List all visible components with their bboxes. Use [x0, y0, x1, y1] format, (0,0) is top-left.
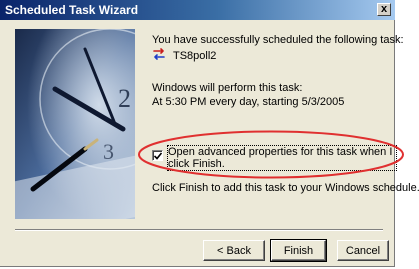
schedule-text: At 5:30 PM every day, starting 5/3/2005 — [152, 96, 345, 108]
finish-hint: Click Finish to add this task to your Wi… — [152, 182, 419, 194]
button-separator — [15, 229, 383, 231]
close-button[interactable]: x — [377, 3, 391, 16]
task-row: TS8poll2 — [152, 48, 216, 64]
wizard-window: Scheduled Task Wizard x 2 3 You have suc… — [0, 0, 419, 267]
advanced-properties-checkbox[interactable] — [152, 150, 163, 161]
window-title: Scheduled Task Wizard — [5, 3, 139, 17]
scheduled-task-icon — [152, 47, 173, 65]
back-button[interactable]: < Back — [203, 240, 265, 261]
finish-button[interactable]: Finish — [270, 239, 327, 262]
wizard-illustration: 2 3 — [15, 29, 135, 219]
perform-label: Windows will perform this task: — [152, 82, 303, 94]
success-text: You have successfully scheduled the foll… — [152, 34, 404, 46]
task-name: TS8poll2 — [173, 50, 217, 62]
close-icon: x — [380, 3, 388, 15]
checkmark-icon — [154, 152, 162, 160]
cancel-button[interactable]: Cancel — [337, 240, 389, 261]
svg-text:3: 3 — [103, 139, 114, 164]
advanced-properties-label[interactable]: Open advanced properties for this task w… — [167, 145, 397, 171]
svg-text:2: 2 — [118, 84, 131, 113]
title-bar[interactable]: Scheduled Task Wizard x — [0, 0, 395, 20]
